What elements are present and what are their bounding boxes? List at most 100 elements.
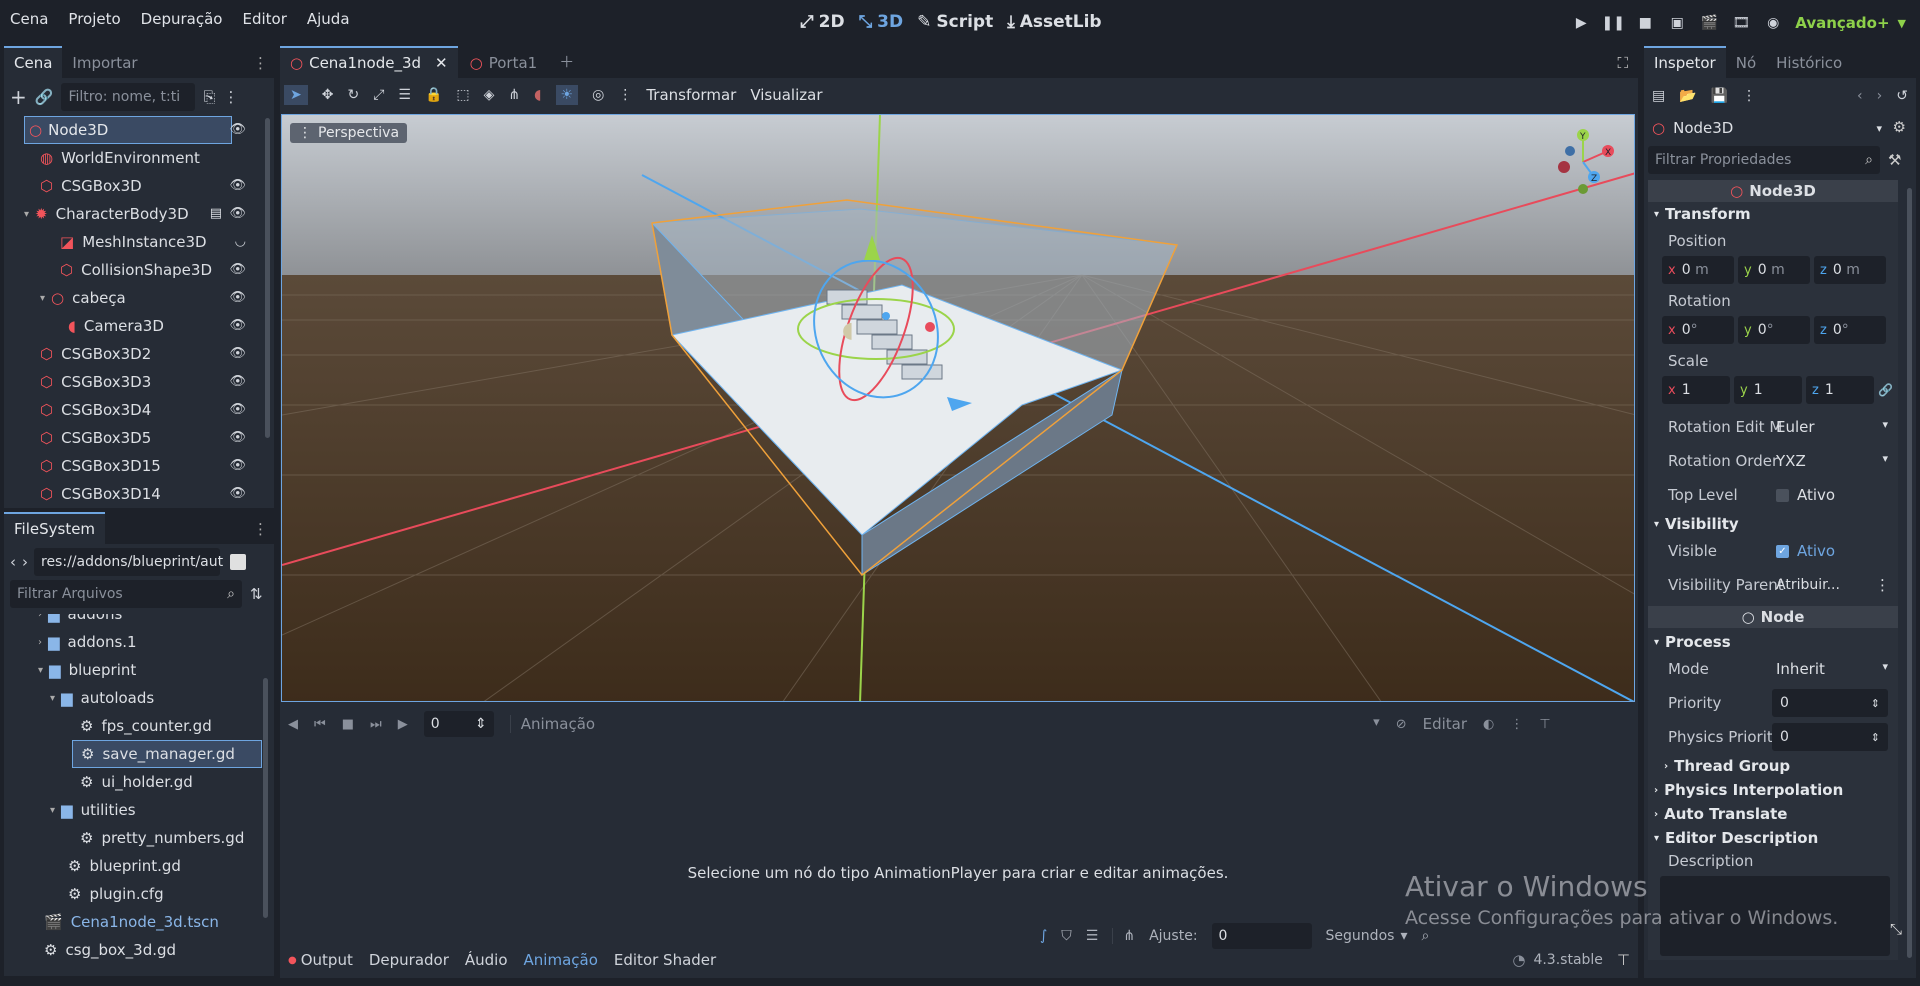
tab-import[interactable]: Importar <box>62 48 147 78</box>
anim-select[interactable]: Animação ▾ <box>509 715 1380 733</box>
anim-frame-field[interactable]: 0 ⇕ <box>423 711 494 737</box>
fs-path-input[interactable]: res://addons/blueprint/aut <box>34 548 223 576</box>
tree-item-csgbox3d4[interactable]: ⬡ CSGBox3D4 <box>40 396 151 424</box>
fullscreen-icon[interactable]: ⛶ <box>1607 48 1638 78</box>
zoom-icon[interactable]: ⌕ <box>1421 928 1429 944</box>
position-y[interactable]: y0 m <box>1738 256 1810 284</box>
anim-play-start-icon[interactable]: ⏭ <box>370 717 382 732</box>
renderer-select[interactable]: Avançado+ <box>1795 14 1889 32</box>
pause-icon[interactable]: ❚❚ <box>1599 10 1627 36</box>
menu-help[interactable]: Ajuda <box>297 10 360 28</box>
tab-debugger[interactable]: Depurador <box>369 951 449 969</box>
eye-closed-icon[interactable]: ◡ <box>235 234 246 249</box>
tab-animation[interactable]: Animação <box>524 951 598 969</box>
move-tool-icon[interactable]: ✥ <box>322 87 334 103</box>
tab-filesystem[interactable]: FileSystem <box>4 512 106 544</box>
play-icon[interactable]: ▶ <box>1567 10 1595 36</box>
object-tools-icon[interactable]: ⚙ <box>1893 118 1906 136</box>
chevron-down-icon[interactable]: ▾ <box>50 805 55 816</box>
pin-icon[interactable]: ⊤ <box>1539 717 1550 732</box>
tab-history[interactable]: Histórico <box>1766 48 1852 78</box>
tab-cena1node[interactable]: ○ Cena1node_3d ✕ <box>280 46 458 78</box>
filter-icon[interactable]: ⛉ <box>1061 928 1072 944</box>
pin-bottom-icon[interactable]: ⊤ <box>1617 951 1630 969</box>
transform-menu[interactable]: Transformar <box>646 86 736 104</box>
fs-item-plugin-cfg[interactable]: ⚙ plugin.cfg <box>68 880 164 908</box>
scale-tool-icon[interactable]: ⤢ <box>373 87 384 103</box>
chevron-left-icon[interactable]: ‹ <box>1857 88 1863 104</box>
tab-inspector[interactable]: Inspetor <box>1644 46 1726 78</box>
position-x[interactable]: x0 m <box>1662 256 1734 284</box>
anim-play-start-back-icon[interactable]: ⏮ <box>314 717 326 732</box>
perspective-menu[interactable]: ⋮ Perspectiva <box>290 123 408 143</box>
chevron-right-icon[interactable]: › <box>1877 88 1883 104</box>
tab-audio[interactable]: Áudio <box>465 951 508 969</box>
chevron-down-icon[interactable]: ▾ <box>50 693 55 704</box>
tree-item-characterbody3d[interactable]: ▾ ✹ CharacterBody3D <box>24 200 189 228</box>
link-icon[interactable]: 🔗 <box>35 88 54 106</box>
tab-porta1[interactable]: ○ Porta1 <box>460 48 548 78</box>
tree-item-csgbox3d15[interactable]: ⬡ CSGBox3D15 <box>40 452 161 480</box>
fs-item-cena1node[interactable]: 🎬 Cena1node_3d.tscn <box>44 908 219 936</box>
tree-item-csgbox3d2[interactable]: ⬡ CSGBox3D2 <box>40 340 151 368</box>
position-z[interactable]: z0 m <box>1814 256 1886 284</box>
history-icon[interactable]: ↺ <box>1896 88 1908 104</box>
tree-item-meshinstance3d[interactable]: ◪ MeshInstance3D <box>60 228 207 256</box>
tab-shader-editor[interactable]: Editor Shader <box>614 951 716 969</box>
tree-item-worldenvironment[interactable]: ◍ WorldEnvironment <box>40 144 200 172</box>
eye-icon[interactable]: 👁 <box>229 486 246 501</box>
toggle-view-icon[interactable] <box>230 554 246 570</box>
rotate-tool-icon[interactable]: ↻ <box>347 87 359 103</box>
section-visibility[interactable]: ▾ Visibility <box>1648 512 1898 536</box>
tab-node[interactable]: Nó <box>1726 48 1766 78</box>
tab-output[interactable]: Output <box>301 951 353 969</box>
eye-icon[interactable]: 👁 <box>229 458 246 473</box>
visible-checkbox[interactable]: ✓ Ativo <box>1776 542 1835 560</box>
new-resource-icon[interactable]: ▤ <box>1652 88 1665 104</box>
fs-item-ui-holder[interactable]: ⚙ ui_holder.gd <box>80 768 193 796</box>
tree-item-node3d[interactable]: ○ Node3D <box>24 116 232 144</box>
priority-input[interactable]: 0 ⇕ <box>1772 689 1888 717</box>
tab-scene[interactable]: Cena <box>4 46 63 78</box>
tree-item-csgbox3d14[interactable]: ⬡ CSGBox3D14 <box>40 480 161 508</box>
scale-x[interactable]: x1 <box>1662 376 1730 404</box>
fs-item-utilities[interactable]: ▾ ▆ utilities <box>50 796 136 824</box>
rotation-x[interactable]: x 0 ° <box>1662 316 1734 344</box>
chevron-down-icon[interactable]: ▾ <box>40 293 45 304</box>
eye-icon[interactable]: 👁 <box>229 318 246 333</box>
tree-item-csgbox3d3[interactable]: ⬡ CSGBox3D3 <box>40 368 151 396</box>
anim-play-back-icon[interactable]: ◀ <box>288 717 298 732</box>
script-icon[interactable]: ▤ <box>210 206 222 221</box>
more-vertical-icon[interactable]: ⋮ <box>618 87 632 103</box>
rotation-edit-mode-select[interactable]: Euler ▾ <box>1776 418 1888 436</box>
more-vertical-icon[interactable]: ⋮ <box>1742 88 1756 104</box>
rotation-y[interactable]: y 0 ° <box>1738 316 1810 344</box>
process-mode-select[interactable]: Inherit ▾ <box>1776 660 1888 678</box>
anim-edit-button[interactable]: Editar <box>1423 715 1467 733</box>
environment-preview-icon[interactable]: ◎ <box>592 87 604 103</box>
section-process[interactable]: ▾ Process <box>1648 630 1898 654</box>
rotation-order-select[interactable]: YXZ ▾ <box>1776 452 1888 470</box>
eye-icon[interactable]: 👁 <box>229 430 246 445</box>
fs-item-blueprint[interactable]: ▾ ▆ blueprint <box>38 656 136 684</box>
remote-debug-icon[interactable]: ▣ <box>1663 10 1691 36</box>
link-icon[interactable]: 🔗 <box>1878 383 1893 397</box>
add-node-icon[interactable]: + <box>10 85 27 109</box>
tree-item-collisionshape3d[interactable]: ⬡ CollisionShape3D <box>60 256 212 284</box>
eye-icon[interactable]: 👁 <box>229 346 246 361</box>
menu-debug[interactable]: Depuração <box>131 10 233 28</box>
camera-override-icon[interactable]: ◖ <box>534 87 541 103</box>
fs-item-save-manager[interactable]: ⚙ save_manager.gd <box>72 740 262 768</box>
chevron-left-icon[interactable]: ‹ <box>10 553 16 571</box>
more-vertical-icon[interactable]: ⋮ <box>1510 717 1523 732</box>
property-filter-input[interactable]: Filtrar Propriedades ⌕ <box>1648 146 1880 174</box>
more-vertical-icon[interactable]: ⋮ <box>223 88 238 106</box>
group-icon[interactable]: ⬚ <box>456 87 469 103</box>
list-select-icon[interactable]: ☰ <box>398 87 411 103</box>
property-tools-icon[interactable]: ⚒ <box>1888 151 1901 169</box>
menu-project[interactable]: Projeto <box>58 10 130 28</box>
fs-item-addons-1[interactable]: › ▆ addons.1 <box>38 628 137 656</box>
local-space-icon[interactable]: ◈ <box>484 87 495 103</box>
lock-icon[interactable]: 🔒 <box>425 87 442 103</box>
physics-priority-input[interactable]: 0 ⇕ <box>1772 723 1888 751</box>
